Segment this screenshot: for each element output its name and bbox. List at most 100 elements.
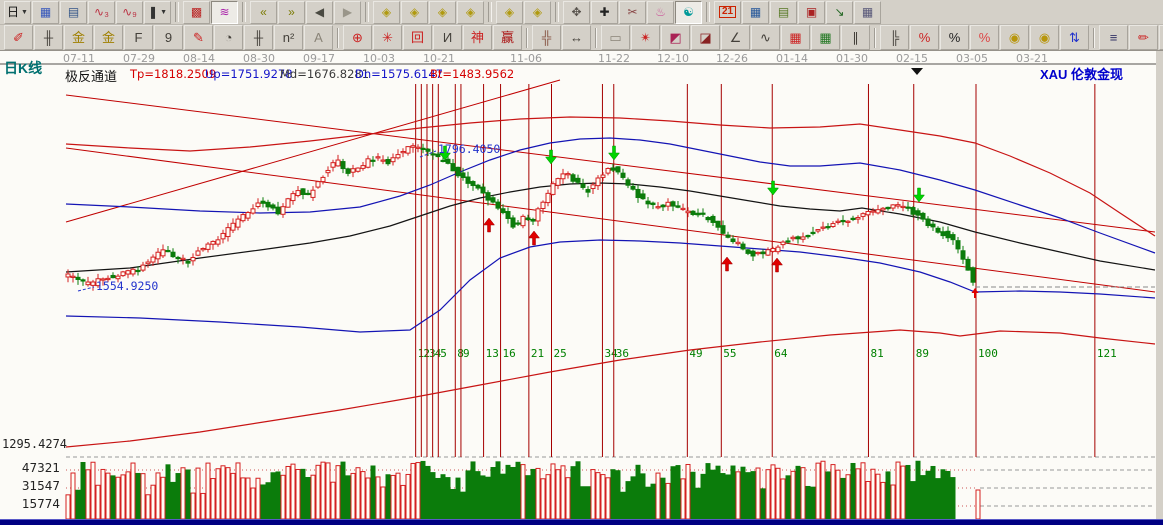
date-tick: 07-11	[63, 52, 95, 65]
buy-arrow-icon	[722, 257, 733, 271]
box-tool-icon: ▭	[609, 31, 621, 44]
window-tile-icon: ▦	[40, 6, 51, 18]
pen-2-icon: ✏	[1138, 31, 1149, 44]
double-a-button[interactable]: A	[1159, 25, 1163, 50]
draw-pointer-button[interactable]: ✐	[4, 25, 33, 50]
gold-circle-2-icon: ◉	[1039, 31, 1050, 44]
toolbar-separator	[555, 2, 559, 22]
symbol-label[interactable]: XAU 伦敦金现	[1040, 64, 1123, 83]
fib-day-number: 13	[486, 347, 499, 360]
ray-fan-icon: ✴	[640, 31, 651, 44]
print-button[interactable]: ▦	[854, 1, 881, 24]
cut-tool-button[interactable]: ✂	[619, 1, 646, 24]
angle-lines-button[interactable]: ∠	[721, 25, 750, 50]
gold-fence-2-button[interactable]: 金	[94, 25, 123, 50]
fib-day-number: 64	[774, 347, 788, 360]
gold-circle-1-button[interactable]: ◉	[1000, 25, 1029, 50]
gann-square-button[interactable]: 回	[403, 25, 432, 50]
pen-2-button[interactable]: ✏	[1129, 25, 1158, 50]
select-a-button[interactable]: A	[304, 25, 333, 50]
percent-line-button[interactable]: %	[970, 25, 999, 50]
period-dropdown-button[interactable]: 日▼	[4, 1, 31, 24]
zoom-fit-button[interactable]: ◈	[457, 1, 484, 24]
indicator-grid-button[interactable]: ▩	[183, 1, 210, 24]
horizontal-scrollbar[interactable]	[0, 519, 1163, 525]
fan-box-2-button[interactable]: ◪	[691, 25, 720, 50]
crosshair-button[interactable]: ✚	[591, 1, 618, 24]
export-data-button[interactable]: ↘	[826, 1, 853, 24]
date-tick: 08-30	[243, 52, 275, 65]
kline-mini-3-icon: ∿₃	[94, 6, 109, 18]
updown-arrows-icon: ⇅	[1069, 31, 1080, 44]
expand-view-icon: ◈	[533, 6, 542, 18]
updown-arrows-button[interactable]: ⇅	[1060, 25, 1089, 50]
kline-mini-3-button[interactable]: ∿₃	[88, 1, 115, 24]
color-volume-button[interactable]: ≋	[211, 1, 238, 24]
zoom-out-left-icon: ◈	[382, 6, 391, 18]
gann-web-button[interactable]: ✳	[373, 25, 402, 50]
fan-box-1-button[interactable]: ◩	[661, 25, 690, 50]
price-ruler-button[interactable]: ╠	[880, 25, 909, 50]
gann-target-button[interactable]: ⊕	[343, 25, 372, 50]
zoom-out-right-button[interactable]: ◈	[401, 1, 428, 24]
kline-mini-9-button[interactable]: ∿₉	[116, 1, 143, 24]
jump-last-button[interactable]: »	[278, 1, 305, 24]
percent-zone-icon: %	[919, 31, 931, 44]
fence-9-button[interactable]: 9	[154, 25, 183, 50]
percent-button[interactable]: %	[940, 25, 969, 50]
calculator-button[interactable]: ▦	[742, 1, 769, 24]
grid-green-button[interactable]: ▦	[811, 25, 840, 50]
notes-button[interactable]: ▤	[770, 1, 797, 24]
wave-mark-button[interactable]: И	[433, 25, 462, 50]
chart-canvas[interactable]: 12345891316212534364955648189100121	[0, 51, 1163, 519]
draw-pen-button[interactable]: ✎	[184, 25, 213, 50]
parallel-lines-button[interactable]: ∥	[841, 25, 870, 50]
print-icon: ▦	[862, 6, 873, 18]
gold-circle-2-button[interactable]: ◉	[1030, 25, 1059, 50]
zoom-out-left-button[interactable]: ◈	[373, 1, 400, 24]
export-data-icon: ↘	[834, 6, 844, 18]
prev-bar-button[interactable]: ◀	[306, 1, 333, 24]
zigzag-button[interactable]: ∿	[751, 25, 780, 50]
ying-tool-button[interactable]: 赢	[493, 25, 522, 50]
buy-arrow-icon	[529, 231, 540, 245]
quote-list-button[interactable]: ▤	[60, 1, 87, 24]
indicator-value-tp: Tp=1818.2509	[130, 67, 216, 81]
period-label[interactable]: 日K线	[4, 58, 42, 78]
drag-hand-button[interactable]: ✥	[563, 1, 590, 24]
ying-tool-icon: 赢	[501, 31, 514, 44]
zoom-fit-icon: ◈	[466, 6, 475, 18]
jump-first-button[interactable]: «	[250, 1, 277, 24]
n-squared-button[interactable]: n²	[274, 25, 303, 50]
box-tool-button[interactable]: ▭	[601, 25, 630, 50]
percent-zone-button[interactable]: %	[910, 25, 939, 50]
pan-view-button[interactable]: ◈	[496, 1, 523, 24]
kline-mini-9-icon: ∿₉	[122, 6, 137, 18]
tri-lines-button[interactable]: ≡	[1099, 25, 1128, 50]
ruler-fence-button[interactable]: ╫	[34, 25, 63, 50]
cycle-circle-icon: ◔	[225, 31, 233, 44]
fib-fence-f-button[interactable]: F	[124, 25, 153, 50]
shen-tool-button[interactable]: 神	[463, 25, 492, 50]
grid-measure-button[interactable]: ╬	[532, 25, 561, 50]
cycle-circle-button[interactable]: ◔	[214, 25, 243, 50]
cut-tool-icon: ✂	[627, 6, 637, 18]
grid-red-button[interactable]: ▦	[781, 25, 810, 50]
window-tile-button[interactable]: ▦	[32, 1, 59, 24]
zoom-horizontal-icon: ◈	[438, 6, 447, 18]
candle-style-button[interactable]: ❚▼	[144, 1, 171, 24]
ruler-fence-2-button[interactable]: ╫	[244, 25, 273, 50]
expand-view-button[interactable]: ◈	[524, 1, 551, 24]
ruler-fence-icon: ╫	[44, 31, 53, 44]
width-measure-button[interactable]: ↔	[562, 25, 591, 50]
indicator-name[interactable]: 极反通道	[65, 66, 117, 85]
ray-fan-button[interactable]: ✴	[631, 25, 660, 50]
calendar-button[interactable]: 21	[714, 1, 741, 24]
flask-tool-button[interactable]: ♨	[647, 1, 674, 24]
zoom-horizontal-button[interactable]: ◈	[429, 1, 456, 24]
gold-fence-1-button[interactable]: 金	[64, 25, 93, 50]
smart-brain-button[interactable]: ☯	[675, 1, 702, 24]
fan-box-2-icon: ◪	[699, 31, 711, 44]
next-bar-button[interactable]: ▶	[334, 1, 361, 24]
save-button[interactable]: ▣	[798, 1, 825, 24]
